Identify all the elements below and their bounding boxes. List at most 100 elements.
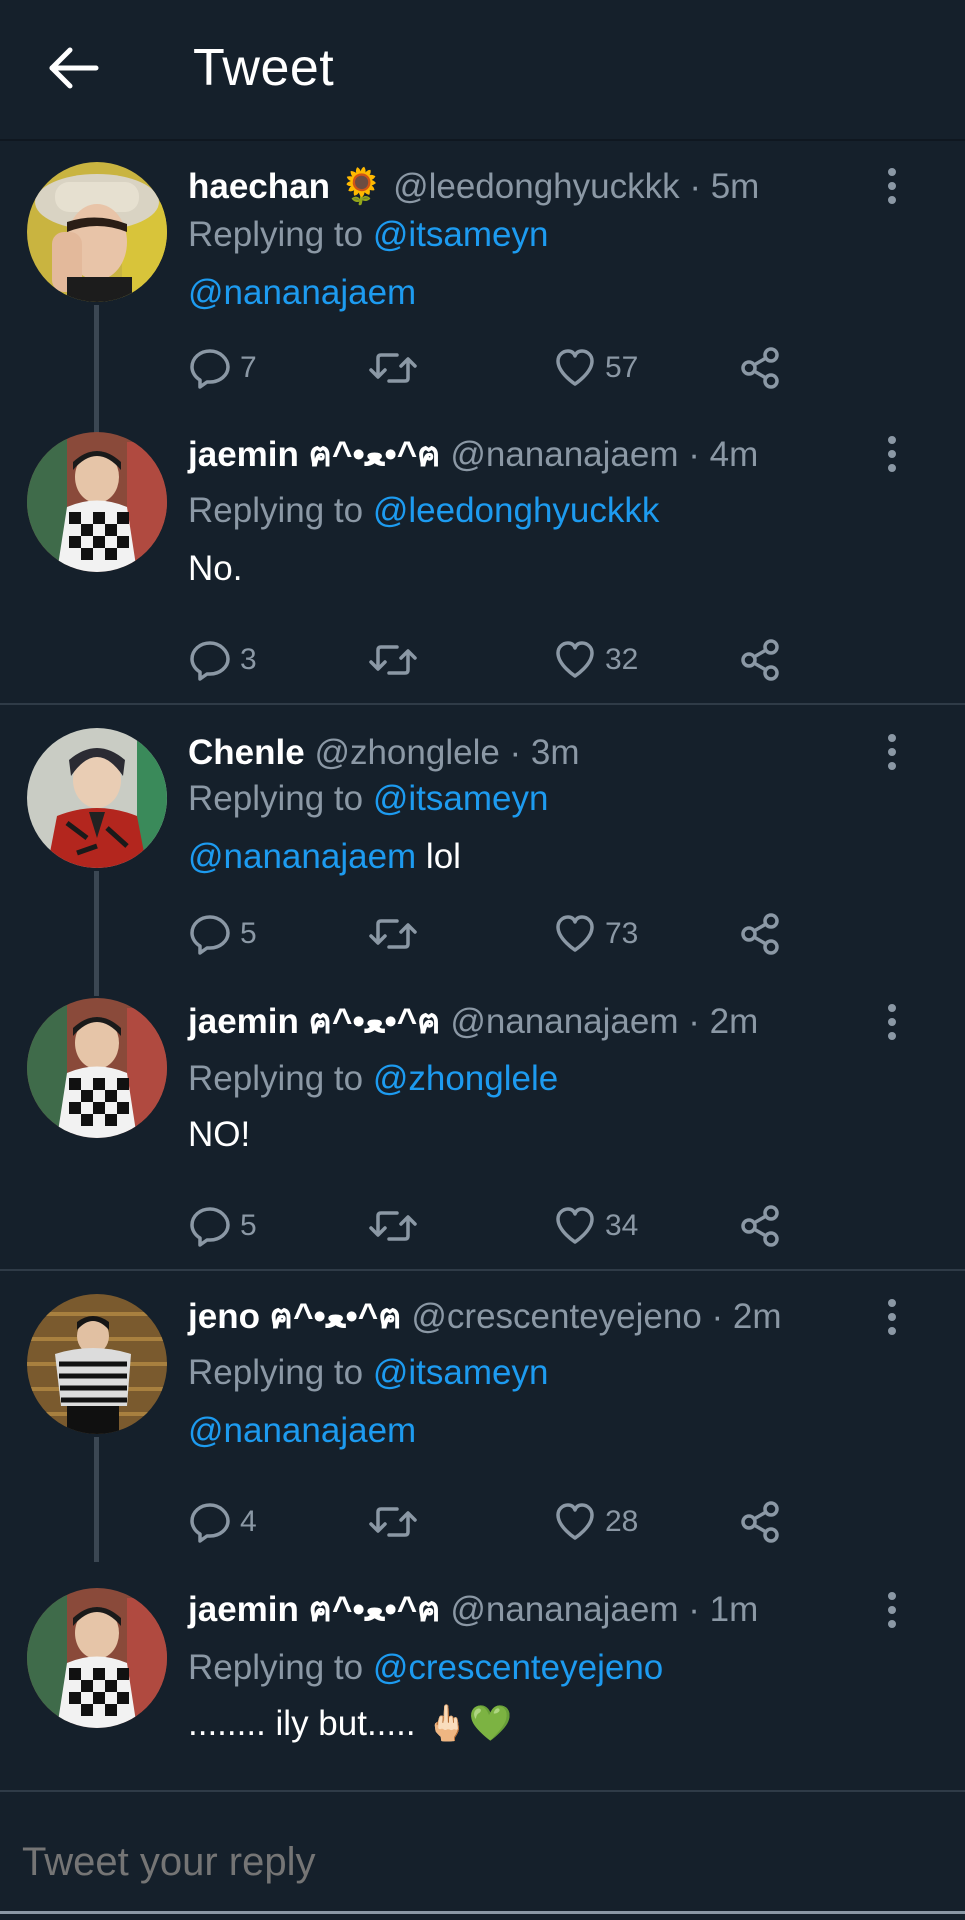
share-button[interactable] xyxy=(738,1497,782,1547)
tweet-haechan[interactable]: haechan 🌻 @leedonghyuckkk · 5m Replying … xyxy=(0,160,965,433)
like-button[interactable]: 34 xyxy=(553,1201,638,1251)
retweet-icon xyxy=(369,1211,417,1241)
tweet-actions: 7 57 xyxy=(188,343,808,393)
replying-to-link[interactable]: @itsameyn xyxy=(373,779,549,818)
replying-to-link[interactable]: @crescenteyejeno xyxy=(373,1648,663,1687)
reply-input[interactable] xyxy=(22,1832,942,1892)
share-icon xyxy=(741,913,779,955)
retweet-button[interactable] xyxy=(368,343,418,393)
share-button[interactable] xyxy=(738,1201,782,1251)
retweet-button[interactable] xyxy=(368,909,418,959)
avatar-jaemin[interactable] xyxy=(27,432,167,572)
more-options-button[interactable] xyxy=(885,1592,899,1632)
vertical-ellipsis-icon xyxy=(888,1004,896,1012)
username[interactable]: @leedonghyuckkk xyxy=(393,167,680,206)
display-name[interactable]: Chenle xyxy=(188,733,305,772)
more-options-button[interactable] xyxy=(885,1004,899,1044)
more-options-button[interactable] xyxy=(885,168,899,208)
tweet-jaemin-1[interactable]: jaemin ฅ^•ﻌ•^ฅ @nananajaem · 4m Replying… xyxy=(0,432,965,702)
share-button[interactable] xyxy=(738,635,782,685)
tweet-header: haechan 🌻 @leedonghyuckkk · 5m xyxy=(188,165,759,209)
thread-connector xyxy=(94,1437,99,1562)
replying-to-link[interactable]: @itsameyn xyxy=(373,1353,549,1392)
like-count: 73 xyxy=(605,917,639,950)
replying-to-line: Replying to @zhonglele xyxy=(188,1059,559,1098)
username[interactable]: @nananajaem xyxy=(450,1590,678,1629)
avatar-jaemin[interactable] xyxy=(27,1588,167,1728)
tweet-jaemin-3[interactable]: jaemin ฅ^•ﻌ•^ฅ @nananajaem · 1m Replying… xyxy=(0,1588,965,1778)
username[interactable]: @nananajaem xyxy=(450,1002,678,1041)
speech-bubble-icon xyxy=(190,915,230,955)
tweet-jaemin-2[interactable]: jaemin ฅ^•ﻌ•^ฅ @nananajaem · 2m Replying… xyxy=(0,998,965,1268)
vertical-ellipsis-icon xyxy=(888,1592,896,1600)
reply-button[interactable]: 5 xyxy=(188,1201,257,1251)
reply-button[interactable]: 5 xyxy=(188,909,257,959)
share-icon xyxy=(741,639,779,681)
tweet-text: @nananajaem lol xyxy=(188,837,461,876)
more-options-button[interactable] xyxy=(885,436,899,476)
avatar-jeno[interactable] xyxy=(27,1294,167,1434)
retweet-icon xyxy=(369,1507,417,1537)
display-name[interactable]: jaemin ฅ^•ﻌ•^ฅ xyxy=(188,435,441,474)
replying-to-line: Replying to @itsameyn xyxy=(188,215,549,254)
display-name[interactable]: jaemin ฅ^•ﻌ•^ฅ xyxy=(188,1002,441,1041)
display-name[interactable]: haechan xyxy=(188,167,330,206)
replying-to-link[interactable]: @leedonghyuckkk xyxy=(373,491,660,530)
tweet-jeno[interactable]: jeno ฅ^•ﻌ•^ฅ @crescenteyejeno · 2m Reply… xyxy=(0,1292,965,1562)
more-options-button[interactable] xyxy=(885,1299,899,1339)
mention-link[interactable]: @nananajaem xyxy=(188,837,416,876)
retweet-button[interactable] xyxy=(368,635,418,685)
reply-count: 3 xyxy=(240,643,257,676)
retweet-icon xyxy=(369,919,417,949)
timestamp: · 3m xyxy=(509,733,580,772)
reply-composer xyxy=(0,1790,965,1920)
back-button[interactable] xyxy=(40,38,110,98)
avatar-jaemin[interactable] xyxy=(27,998,167,1138)
avatar-chenle[interactable] xyxy=(27,728,167,868)
heart-icon xyxy=(556,1503,594,1540)
tweet-text: @nananajaem xyxy=(188,1409,416,1453)
replying-to-link[interactable]: @itsameyn xyxy=(373,215,549,254)
speech-bubble-icon xyxy=(190,1503,230,1543)
share-icon xyxy=(741,347,779,389)
tweet-actions: 3 32 xyxy=(188,635,808,685)
tweet-text: @nananajaem xyxy=(188,271,416,315)
display-name[interactable]: jaemin ฅ^•ﻌ•^ฅ xyxy=(188,1590,441,1629)
vertical-ellipsis-icon xyxy=(888,1299,896,1307)
like-button[interactable]: 57 xyxy=(553,343,638,393)
arrow-left-icon xyxy=(49,47,99,89)
replying-to-line: Replying to @leedonghyuckkk xyxy=(188,491,660,530)
like-count: 28 xyxy=(605,1505,639,1538)
speech-bubble-icon xyxy=(190,1207,230,1247)
like-button[interactable]: 32 xyxy=(553,635,638,685)
heart-icon xyxy=(556,1207,594,1244)
more-options-button[interactable] xyxy=(885,734,899,774)
like-button[interactable]: 28 xyxy=(553,1497,638,1547)
username[interactable]: @crescenteyejeno xyxy=(411,1297,701,1336)
retweet-button[interactable] xyxy=(368,1201,418,1251)
avatar-haechan[interactable] xyxy=(27,162,167,302)
tweet-chenle[interactable]: Chenle @zhonglele · 3m Replying to @itsa… xyxy=(0,726,965,996)
tweet-actions: 5 34 xyxy=(188,1201,808,1251)
username[interactable]: @nananajaem xyxy=(450,435,678,474)
tweet-actions: 4 28 xyxy=(188,1497,808,1547)
reply-button[interactable]: 7 xyxy=(188,343,257,393)
like-button[interactable]: 73 xyxy=(553,909,638,959)
reply-count: 4 xyxy=(240,1505,257,1538)
tweet-text: ........ ily but..... 🖕🏻💚 xyxy=(188,1704,513,1743)
username[interactable]: @zhonglele xyxy=(314,733,499,772)
timestamp: · 4m xyxy=(688,435,759,474)
display-name[interactable]: jeno ฅ^•ﻌ•^ฅ xyxy=(188,1297,402,1336)
share-button[interactable] xyxy=(738,909,782,959)
share-button[interactable] xyxy=(738,343,782,393)
timestamp: · 5m xyxy=(689,167,760,206)
mention-link[interactable]: @nananajaem xyxy=(188,1411,416,1450)
replying-to-line: Replying to @itsameyn xyxy=(188,779,549,818)
thread-connector xyxy=(94,305,99,433)
mention-link[interactable]: @nananajaem xyxy=(188,273,416,312)
retweet-button[interactable] xyxy=(368,1497,418,1547)
reply-button[interactable]: 4 xyxy=(188,1497,257,1547)
replying-to-link[interactable]: @zhonglele xyxy=(373,1059,558,1098)
bottom-indicator xyxy=(0,1911,965,1914)
reply-button[interactable]: 3 xyxy=(188,635,257,685)
